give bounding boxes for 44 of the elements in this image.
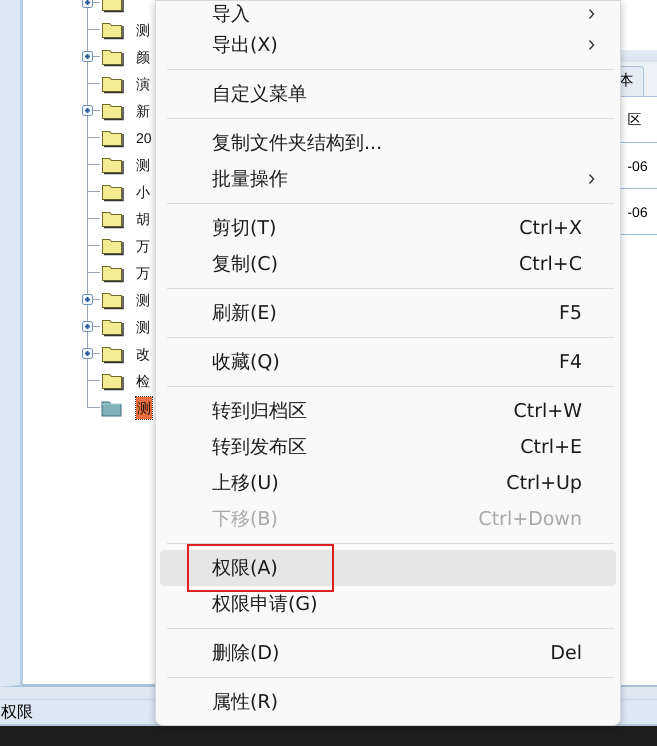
tree-item[interactable]: 测 bbox=[136, 18, 150, 40]
menu-item[interactable]: 收藏(Q) F4 bbox=[160, 344, 616, 380]
expand-icon[interactable] bbox=[82, 294, 93, 305]
tree-item[interactable]: 改 bbox=[136, 342, 150, 364]
expand-icon[interactable] bbox=[82, 348, 93, 359]
tree-item[interactable]: 万 bbox=[136, 234, 150, 256]
menu-item[interactable]: 权限申请(G) bbox=[160, 586, 616, 622]
menu-item[interactable]: 权限(A) bbox=[160, 550, 616, 586]
tree-item[interactable]: 演 bbox=[136, 72, 150, 94]
menu-item[interactable]: 自定义菜单 bbox=[160, 76, 616, 112]
chevron-right-icon bbox=[588, 39, 596, 51]
menu-item[interactable]: 导入 bbox=[160, 1, 616, 27]
tree-item[interactable]: 检 bbox=[136, 370, 150, 392]
tree-item[interactable]: 小 bbox=[136, 180, 150, 202]
expand-icon[interactable] bbox=[82, 105, 93, 116]
expand-icon[interactable] bbox=[82, 51, 93, 62]
tree-item[interactable]: 20 bbox=[136, 126, 152, 148]
chevron-right-icon bbox=[588, 173, 596, 185]
menu-item[interactable]: 删除(D) Del bbox=[160, 635, 616, 671]
menu-item[interactable]: 批量操作 bbox=[160, 161, 616, 197]
menu-item[interactable]: 转到归档区 Ctrl+W bbox=[160, 393, 616, 429]
tree-item[interactable]: 测 bbox=[136, 154, 150, 176]
tree-item[interactable]: 万 bbox=[136, 262, 150, 284]
table-cell: 区 bbox=[627, 110, 642, 128]
menu-item[interactable]: 刷新(E) F5 bbox=[160, 295, 616, 331]
expand-icon[interactable] bbox=[82, 321, 93, 332]
tree-item[interactable]: 测 bbox=[136, 396, 152, 418]
tree-item[interactable]: 颜 bbox=[136, 46, 150, 68]
tree-item[interactable]: 测 bbox=[136, 316, 150, 338]
menu-item[interactable]: 转到发布区 Ctrl+E bbox=[160, 429, 616, 465]
expand-icon[interactable] bbox=[82, 0, 93, 8]
chevron-right-icon bbox=[588, 8, 596, 20]
menu-item[interactable]: 属性(R) bbox=[160, 684, 616, 720]
menu-item[interactable]: 上移(U) Ctrl+Up bbox=[160, 465, 616, 501]
status-text: 权限 bbox=[0, 702, 33, 722]
menu-item[interactable]: 导出(X) bbox=[160, 27, 616, 63]
tree-item[interactable]: 测 bbox=[136, 288, 150, 310]
menu-item[interactable]: 复制文件夹结构到... bbox=[160, 125, 616, 161]
table-cell: -06 bbox=[627, 158, 648, 174]
tree-item[interactable]: 胡 bbox=[136, 208, 150, 230]
menu-item[interactable]: 复制(C) Ctrl+C bbox=[160, 246, 616, 282]
menu-item[interactable]: 剪切(T) Ctrl+X bbox=[160, 210, 616, 246]
tree-item[interactable]: 新 bbox=[136, 100, 150, 122]
table-cell: -06 bbox=[627, 204, 648, 220]
